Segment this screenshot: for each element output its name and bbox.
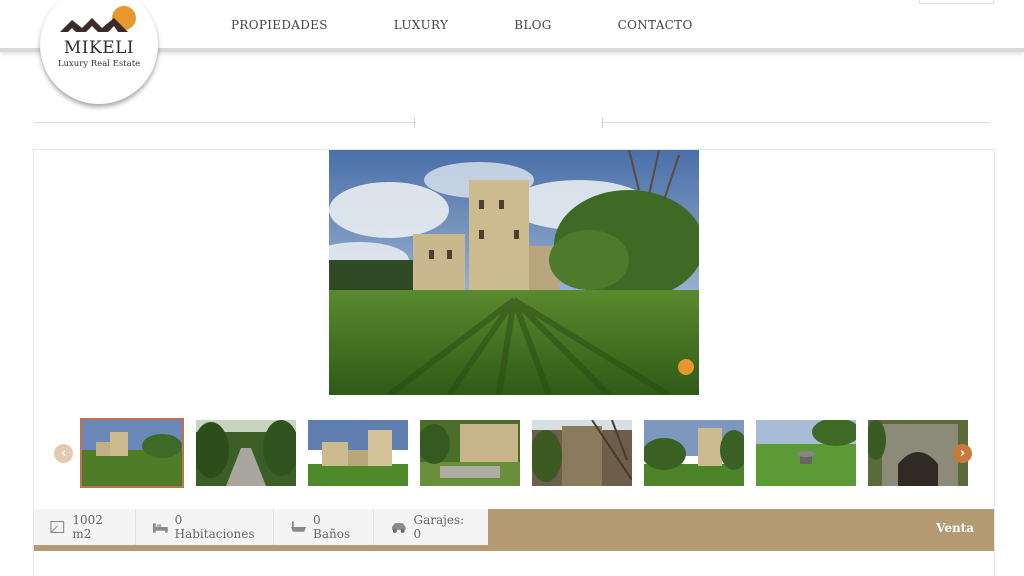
feature-area-label: 1002 m2 — [72, 513, 103, 541]
feature-rooms: 0 Habitaciones — [136, 509, 274, 545]
divider-right — [602, 122, 990, 123]
chevron-left-icon[interactable]: ‹ — [54, 444, 73, 463]
thumbnail-1[interactable] — [80, 418, 184, 488]
logo-mark-icon — [60, 6, 136, 32]
nav-contacto[interactable]: CONTACTO — [618, 18, 693, 32]
operation-label: Venta — [936, 521, 974, 535]
divider-left — [34, 122, 416, 123]
header-corner-tab — [919, 0, 994, 4]
divider-right-cap — [602, 118, 603, 128]
features-bar: 1002 m2 0 Habitaciones 0 Baños Garajes: … — [34, 509, 994, 551]
thumbnail-4[interactable] — [420, 420, 520, 486]
bed-icon — [152, 523, 168, 533]
thumbnail-2[interactable] — [196, 420, 296, 486]
thumbnail-5[interactable] — [532, 420, 632, 486]
thumbnail-6[interactable] — [644, 420, 744, 486]
logo-tagline: Luxury Real Estate — [57, 59, 141, 69]
main-nav: PROPIEDADES LUXURY BLOG CONTACTO — [231, 18, 693, 32]
main-photo[interactable] — [329, 150, 699, 395]
operation-strip: Venta — [488, 509, 994, 551]
nav-blog[interactable]: BLOG — [514, 18, 551, 32]
features-row: 1002 m2 0 Habitaciones 0 Baños Garajes: … — [34, 509, 488, 545]
nav-luxury[interactable]: LUXURY — [394, 18, 448, 32]
feature-baths-label: 0 Baños — [313, 513, 351, 541]
car-icon — [391, 523, 406, 533]
bathtub-icon — [290, 521, 307, 532]
thumbnail-7[interactable] — [756, 420, 856, 486]
area-icon — [50, 520, 65, 534]
logo-name: MIKELI — [63, 38, 135, 58]
logo[interactable]: MIKELI Luxury Real Estate — [40, 0, 158, 104]
feature-garages-label: Garajes: 0 — [413, 513, 465, 541]
chevron-right-icon[interactable]: › — [953, 444, 972, 463]
nav-propiedades[interactable]: PROPIEDADES — [231, 18, 328, 32]
divider-left-cap — [414, 118, 415, 128]
feature-baths: 0 Baños — [274, 509, 374, 545]
feature-garages: Garajes: 0 — [374, 509, 488, 545]
features-underline — [34, 545, 488, 551]
feature-area: 1002 m2 — [34, 509, 136, 545]
thumbnail-3[interactable] — [308, 420, 408, 486]
feature-rooms-label: 0 Habitaciones — [174, 513, 255, 541]
